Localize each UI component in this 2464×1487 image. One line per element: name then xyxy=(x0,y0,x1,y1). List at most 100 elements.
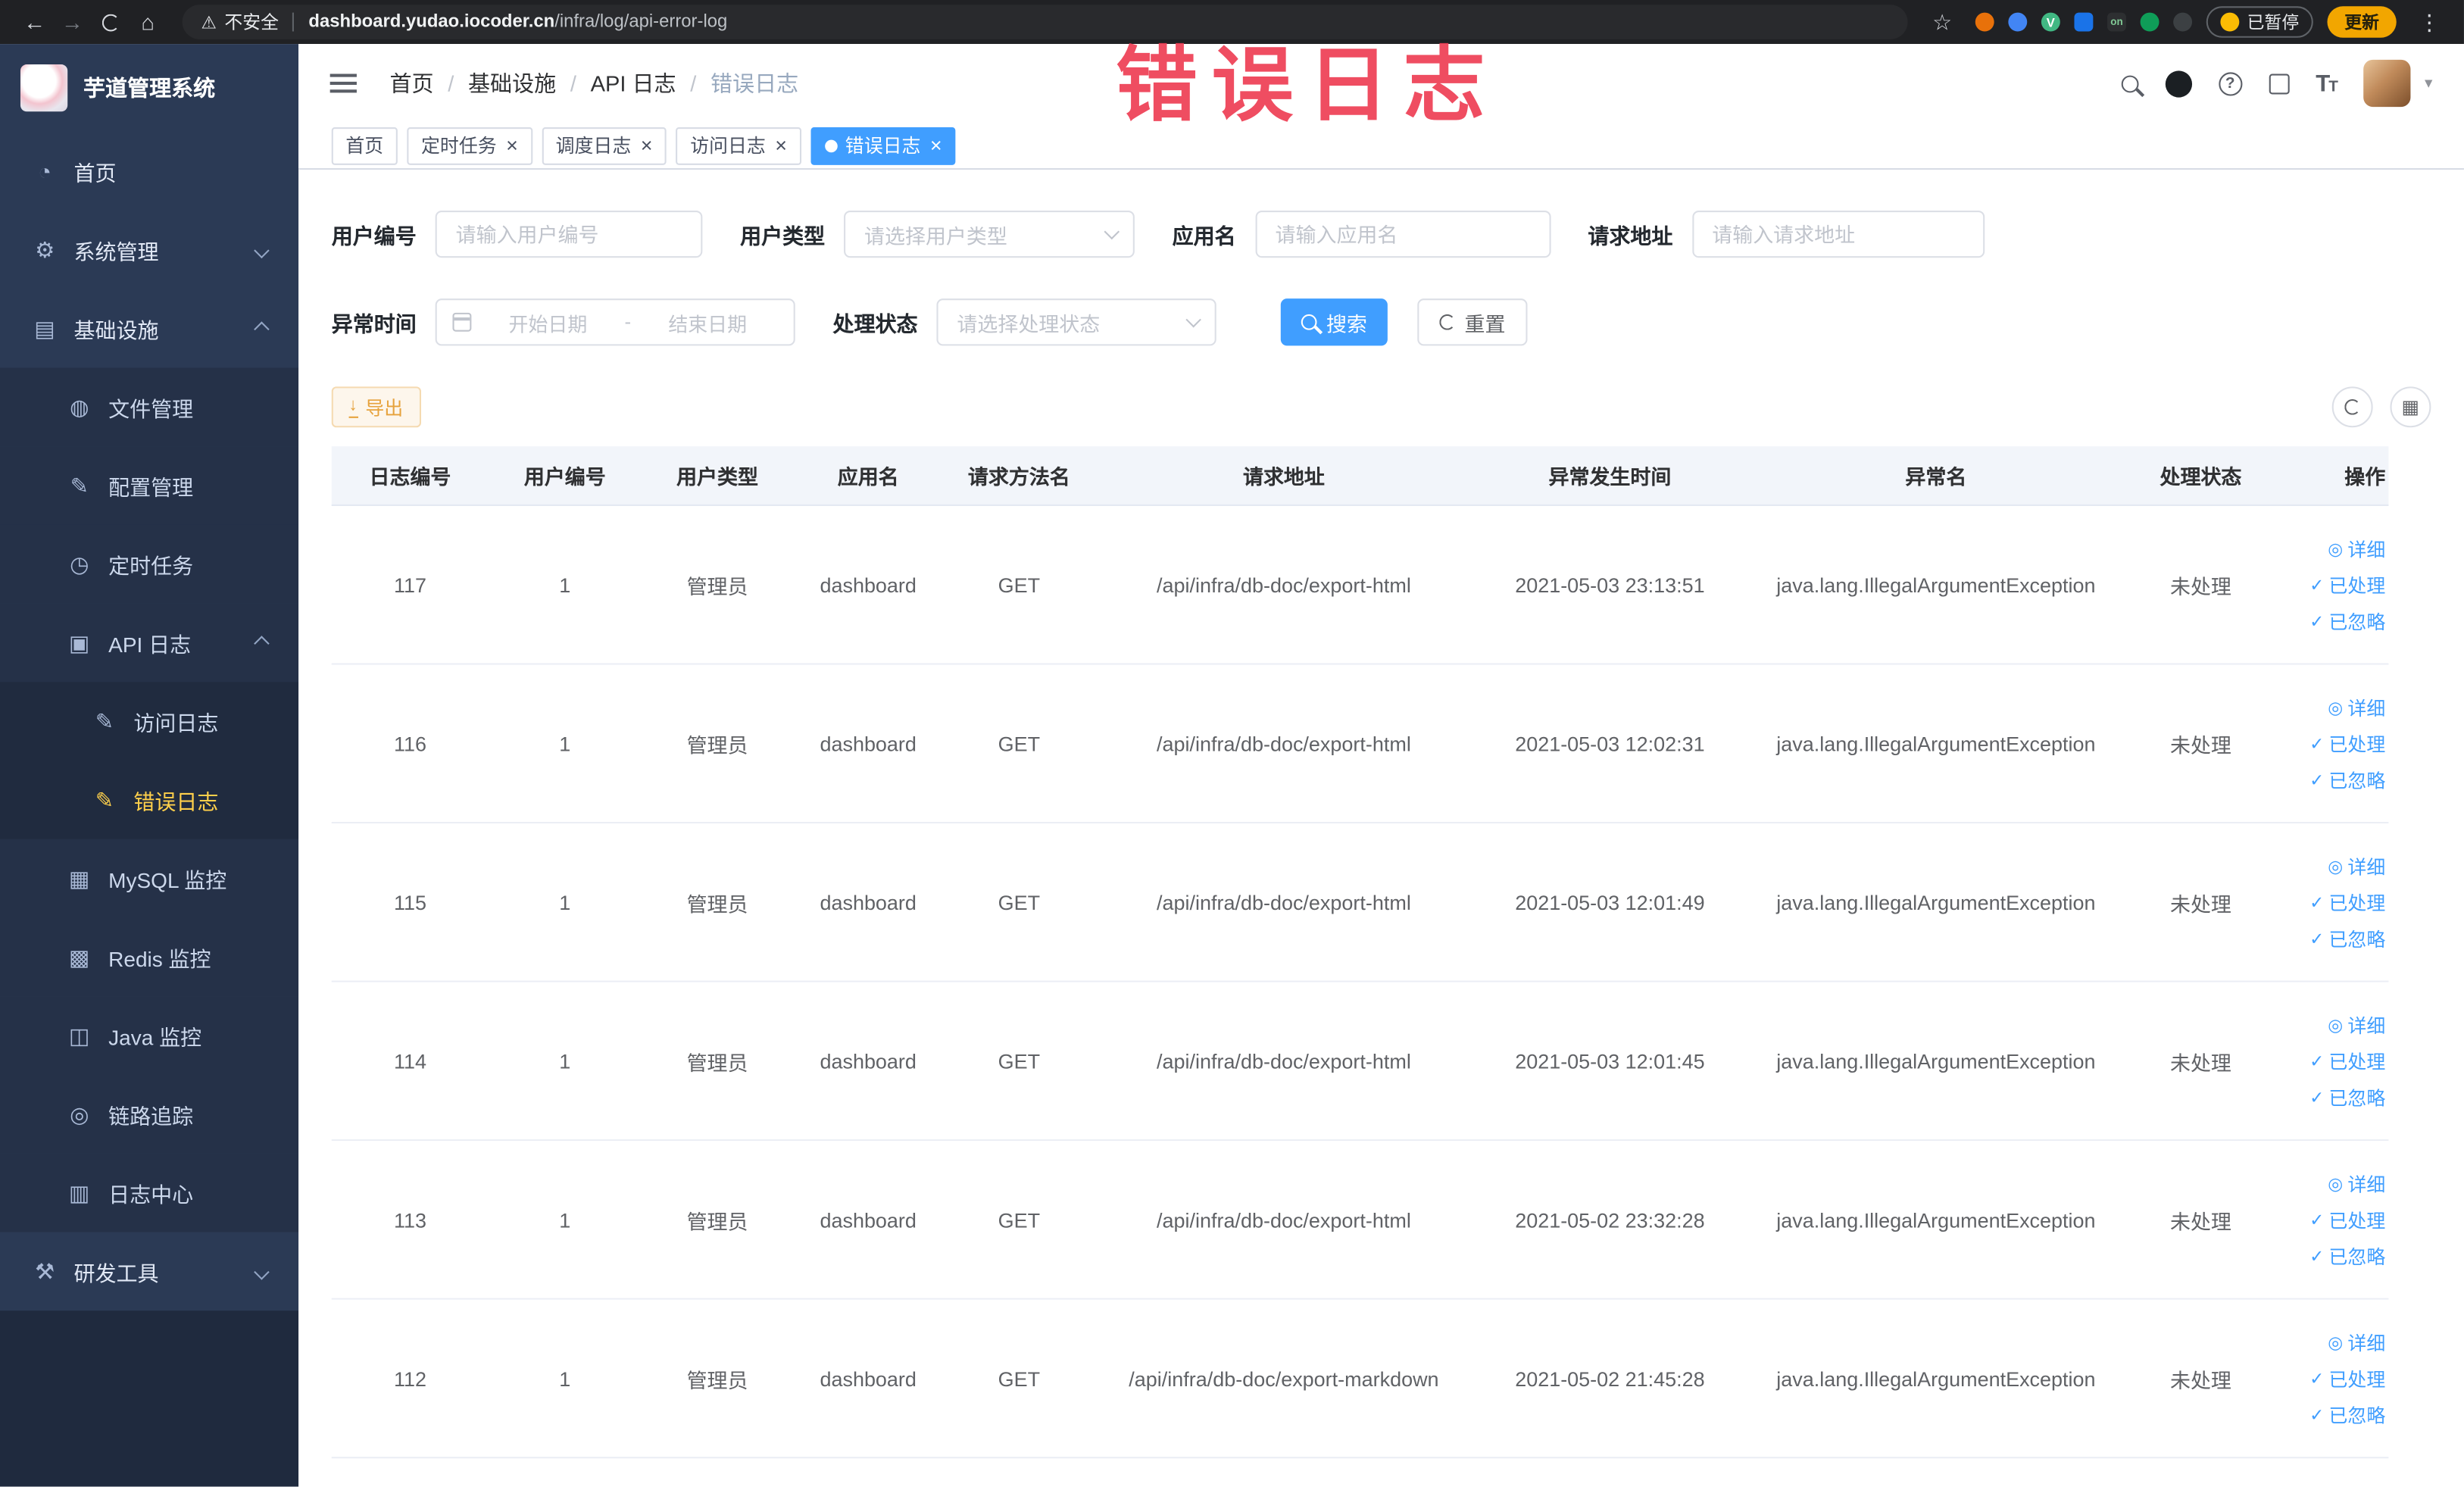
cell-method: GET xyxy=(998,731,1041,755)
range-separator: - xyxy=(624,311,632,333)
timer-icon: ◷ xyxy=(70,551,89,576)
extension-blue-icon[interactable] xyxy=(2008,12,2028,32)
paused-badge[interactable]: 已暂停 xyxy=(2206,6,2313,38)
action-processed[interactable]: ✓ 已处理 xyxy=(2309,730,2385,757)
action-detail[interactable]: ◎ 详细 xyxy=(2328,852,2385,879)
action-detail[interactable]: ◎ 详细 xyxy=(2328,1170,2385,1197)
exception-time-range-picker[interactable]: 开始日期 - 结束日期 xyxy=(435,298,795,346)
tab-访问日志[interactable]: 访问日志 × xyxy=(676,127,801,164)
bookmark-star-icon[interactable]: ☆ xyxy=(1923,3,1961,41)
error-log-table: 日志编号 用户编号 用户类型 应用名 请求方法名 请求地址 异常发生时间 异常名 处理状态 操作 … xyxy=(331,446,2389,1459)
action-processed[interactable]: ✓ 已处理 xyxy=(2309,1206,2385,1232)
cell-id: 112 xyxy=(393,1366,426,1390)
breadcrumb-item[interactable]: API 日志 xyxy=(591,67,676,98)
export-button-label: 导出 xyxy=(365,396,404,419)
screen: ← → ⌂ ⚠ 不安全 dashboard.yudao.iocoder.cn /… xyxy=(0,0,2464,1487)
start-date-placeholder: 开始日期 xyxy=(508,313,588,336)
sidebar-item-error-log[interactable]: ✎ 错误日志 xyxy=(0,761,299,839)
url-domain: dashboard.yudao.iocoder.cn xyxy=(308,12,555,32)
trace-icon: ◎ xyxy=(70,1101,89,1126)
action-ignored[interactable]: ✓ 已忽略 xyxy=(2309,1401,2385,1428)
security-chip[interactable]: ⚠ 不安全 xyxy=(201,9,279,34)
extension-on-icon[interactable]: on xyxy=(2107,12,2126,32)
topbar: 首页 / 基础设施 / API 日志 / 错误日志 ? TT ▾ xyxy=(298,44,2464,123)
request-url-input[interactable] xyxy=(1691,210,1985,258)
sidebar-item-api-log[interactable]: ▣ API 日志 xyxy=(0,603,299,683)
action-detail[interactable]: ◎ 详细 xyxy=(2328,535,2385,561)
check-icon: ✓ xyxy=(2309,576,2325,595)
sidebar-item-java-monitor[interactable]: ◫ Java 监控 xyxy=(0,996,299,1076)
tab-错误日志[interactable]: 错误日志 × xyxy=(810,127,957,164)
refresh-table-button[interactable] xyxy=(2331,386,2373,428)
extension-grid-icon[interactable] xyxy=(2074,12,2094,32)
action-ignored[interactable]: ✓ 已忽略 xyxy=(2309,608,2385,634)
avatar[interactable] xyxy=(2363,59,2411,108)
fullscreen-icon[interactable] xyxy=(2269,73,2290,94)
action-detail[interactable]: ◎ 详细 xyxy=(2328,1011,2385,1038)
column-settings-button[interactable]: ▦ xyxy=(2390,386,2431,428)
search-icon[interactable] xyxy=(2121,74,2138,92)
search-button[interactable]: 搜索 xyxy=(1280,298,1388,346)
action-processed[interactable]: ✓ 已处理 xyxy=(2309,1365,2385,1392)
sidebar-item-label: 基础设施 xyxy=(73,319,159,343)
sidebar-item-scheduled-tasks[interactable]: ◷ 定时任务 xyxy=(0,524,299,604)
app-name-input[interactable] xyxy=(1254,210,1551,258)
topbar-icons: ? TT ▾ xyxy=(2121,59,2432,108)
action-processed[interactable]: ✓ 已处理 xyxy=(2309,1048,2385,1074)
close-icon[interactable]: × xyxy=(506,135,518,155)
sidebar-item-access-log[interactable]: ✎ 访问日志 xyxy=(0,682,299,761)
close-icon[interactable]: × xyxy=(775,135,787,155)
action-detail[interactable]: ◎ 详细 xyxy=(2328,694,2385,720)
close-icon[interactable]: × xyxy=(930,135,942,155)
help-icon[interactable]: ? xyxy=(2218,71,2242,95)
back-icon[interactable]: ← xyxy=(16,3,54,41)
github-icon[interactable] xyxy=(2165,70,2192,97)
breadcrumb-item[interactable]: 首页 xyxy=(390,67,434,98)
font-size-icon[interactable]: TT xyxy=(2316,70,2338,96)
sidebar-item-dev-tools[interactable]: ⚒ 研发工具 xyxy=(0,1232,298,1310)
update-button[interactable]: 更新 xyxy=(2327,6,2397,38)
sidebar-item-link-trace[interactable]: ◎ 链路追踪 xyxy=(0,1075,299,1154)
sidebar-item-log-center[interactable]: ▥ 日志中心 xyxy=(0,1153,299,1232)
action-detail[interactable]: ◎ 详细 xyxy=(2328,1329,2385,1355)
user-type-select[interactable]: 请选择用户类型 xyxy=(844,210,1135,258)
extension-green-icon[interactable] xyxy=(2140,12,2160,32)
action-ignored[interactable]: ✓ 已忽略 xyxy=(2309,1083,2385,1110)
action-ignored[interactable]: ✓ 已忽略 xyxy=(2309,925,2385,951)
tab-调度日志[interactable]: 调度日志 × xyxy=(541,127,667,164)
tampermonkey-icon[interactable] xyxy=(2173,12,2193,32)
hamburger-icon[interactable] xyxy=(329,73,357,93)
tab-首页[interactable]: 首页 xyxy=(331,127,398,164)
forward-icon[interactable]: → xyxy=(54,3,92,41)
browser-menu-icon[interactable]: ⋮ xyxy=(2410,3,2448,41)
cell-exception: java.lang.IllegalArgumentException xyxy=(1776,573,2096,597)
vue-devtools-icon[interactable]: V xyxy=(2041,12,2060,32)
action-processed[interactable]: ✓ 已处理 xyxy=(2309,571,2385,598)
sidebar-item-redis-monitor[interactable]: ▩ Redis 监控 xyxy=(0,917,299,997)
app-logo[interactable]: 芋道管理系统 xyxy=(0,44,298,132)
sidebar-item-home[interactable]: ◔ 首页 xyxy=(0,132,298,211)
action-processed[interactable]: ✓ 已处理 xyxy=(2309,889,2385,915)
breadcrumb-item[interactable]: 基础设施 xyxy=(468,67,556,98)
browser-refresh-icon[interactable] xyxy=(91,3,129,41)
cell-status: 未处理 xyxy=(2169,574,2231,598)
sidebar-item-system-management[interactable]: ⚙ 系统管理 xyxy=(0,211,298,289)
sidebar-nav: ◔ 首页 ⚙ 系统管理 ▤ 基础设施 ◍ 文件管理 ✎ 配置管理 ◷ 定时任务 ▣ API 日志 ✎ 访问日志… xyxy=(0,132,299,1487)
home-icon[interactable]: ⌂ xyxy=(129,3,167,41)
user-id-input[interactable] xyxy=(435,210,703,258)
sidebar-item-infrastructure[interactable]: ▤ 基础设施 xyxy=(0,289,298,368)
extension-orange-icon[interactable] xyxy=(1975,12,1994,32)
action-ignored[interactable]: ✓ 已忽略 xyxy=(2309,766,2385,792)
close-icon[interactable]: × xyxy=(641,135,653,155)
sidebar-item-file-management[interactable]: ◍ 文件管理 xyxy=(0,367,299,447)
sidebar-item-mysql-monitor[interactable]: ▦ MySQL 监控 xyxy=(0,839,299,918)
tab-定时任务[interactable]: 定时任务 × xyxy=(407,127,532,164)
action-ignored[interactable]: ✓ 已忽略 xyxy=(2309,1242,2385,1269)
export-button[interactable]: ↓ 导出 xyxy=(331,386,420,428)
search-icon xyxy=(1301,314,1317,330)
chevron-down-icon[interactable]: ▾ xyxy=(2425,75,2432,92)
address-bar[interactable]: ⚠ 不安全 dashboard.yudao.iocoder.cn /infra/… xyxy=(182,5,1908,39)
reset-button[interactable]: 重置 xyxy=(1417,298,1528,346)
sidebar-item-config-management[interactable]: ✎ 配置管理 xyxy=(0,446,299,525)
process-status-select[interactable]: 请选择处理状态 xyxy=(936,298,1216,346)
